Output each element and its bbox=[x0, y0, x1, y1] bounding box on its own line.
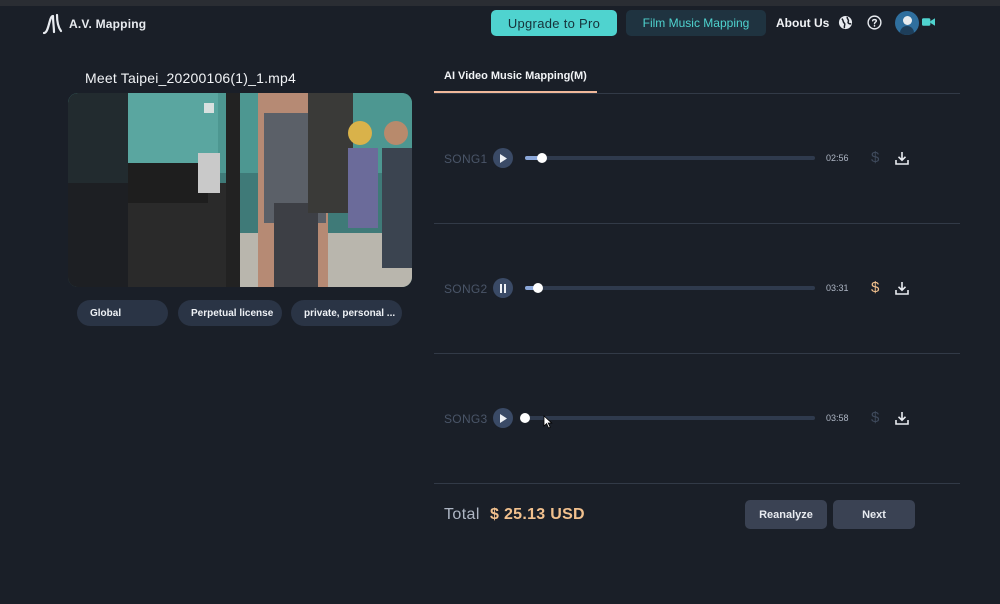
logo[interactable]: A.V. Mapping bbox=[41, 12, 146, 36]
song2-pause-button[interactable] bbox=[493, 278, 513, 298]
song1-download-icon[interactable] bbox=[895, 151, 909, 165]
song-label: SONG2 bbox=[444, 282, 488, 296]
song1-play-button[interactable] bbox=[493, 148, 513, 168]
divider bbox=[434, 353, 960, 354]
song1-duration: 02:56 bbox=[826, 153, 849, 163]
tab-ai-video-music-mapping[interactable]: AI Video Music Mapping(M) bbox=[444, 70, 587, 82]
tag-region[interactable]: Global bbox=[77, 300, 168, 326]
logo-icon bbox=[42, 13, 63, 35]
song3-duration: 03:58 bbox=[826, 413, 849, 423]
next-button[interactable]: Next bbox=[833, 500, 915, 529]
song2-download-icon[interactable] bbox=[895, 281, 909, 295]
song3-play-button[interactable] bbox=[493, 408, 513, 428]
mouse-cursor-icon bbox=[543, 415, 553, 429]
reanalyze-button[interactable]: Reanalyze bbox=[745, 500, 827, 529]
song2-duration: 03:31 bbox=[826, 283, 849, 293]
divider bbox=[434, 483, 960, 484]
total-amount: $ 25.13 USD bbox=[490, 506, 585, 523]
video-preview[interactable] bbox=[68, 93, 412, 287]
upgrade-button[interactable]: Upgrade to Pro bbox=[491, 10, 617, 36]
video-filename: Meet Taipei_20200106(1)_1.mp4 bbox=[85, 70, 297, 86]
song3-download-icon[interactable] bbox=[895, 411, 909, 425]
song1-price-icon[interactable]: $ bbox=[871, 149, 879, 166]
song1-progress-thumb[interactable] bbox=[537, 153, 547, 163]
play-icon bbox=[500, 413, 507, 423]
tag-usage[interactable]: private, personal ... bbox=[291, 300, 402, 326]
video-frame bbox=[68, 93, 412, 287]
pause-icon bbox=[500, 283, 506, 293]
avatar[interactable] bbox=[895, 11, 919, 35]
divider bbox=[434, 223, 960, 224]
total-label: Total bbox=[444, 506, 480, 523]
avatar-head bbox=[902, 16, 912, 25]
play-icon bbox=[500, 153, 507, 163]
song1-progress-track[interactable] bbox=[525, 153, 815, 163]
song-label: SONG1 bbox=[444, 152, 488, 166]
song2-progress-thumb[interactable] bbox=[533, 283, 543, 293]
help-icon[interactable] bbox=[867, 15, 882, 30]
avatar-body bbox=[900, 26, 914, 35]
song3-progress-track[interactable] bbox=[520, 413, 815, 423]
logo-text: A.V. Mapping bbox=[69, 17, 147, 31]
divider bbox=[434, 93, 960, 94]
globe-icon[interactable] bbox=[838, 15, 853, 30]
tag-license[interactable]: Perpetual license bbox=[178, 300, 282, 326]
song3-progress-thumb[interactable] bbox=[520, 413, 530, 423]
song-label: SONG3 bbox=[444, 412, 488, 426]
film-music-mapping-button[interactable]: Film Music Mapping bbox=[626, 10, 766, 36]
about-us-link[interactable]: About Us bbox=[776, 16, 829, 30]
video-camera-icon[interactable] bbox=[922, 17, 935, 27]
song2-progress-track[interactable] bbox=[525, 283, 815, 293]
top-strip bbox=[0, 0, 1000, 6]
song2-price-icon[interactable]: $ bbox=[871, 279, 879, 296]
song3-price-icon[interactable]: $ bbox=[871, 409, 879, 426]
